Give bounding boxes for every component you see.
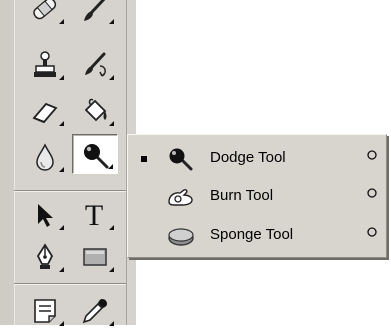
flyout-indicator <box>59 267 64 272</box>
rectangle-icon <box>83 248 107 266</box>
tool-dodge[interactable] <box>72 134 118 174</box>
dodge-icon <box>84 144 109 169</box>
svg-text:T: T <box>85 200 103 230</box>
type-icon: T <box>85 200 103 230</box>
tool-brush[interactable] <box>72 0 118 28</box>
flyout-indicator <box>108 164 113 169</box>
tool-paint-bucket[interactable] <box>72 90 118 130</box>
flyout-indicator <box>109 19 114 24</box>
tool-eyedropper[interactable] <box>72 290 118 330</box>
brush-icon <box>84 0 106 21</box>
toolbox: T <box>0 0 136 326</box>
tool-type[interactable]: T <box>72 194 118 234</box>
arrow-pointer-icon <box>38 204 53 227</box>
menu-item-burn-tool[interactable]: Burn Tool <box>128 178 386 214</box>
flyout-indicator <box>59 167 64 172</box>
tool-clone-stamp[interactable] <box>22 44 68 84</box>
burn-hand-icon <box>168 189 193 206</box>
stamp-icon <box>34 51 56 77</box>
notes-icon <box>34 299 56 323</box>
tool-history-brush[interactable] <box>72 44 118 84</box>
flyout-indicator <box>109 225 114 230</box>
eraser-icon <box>32 102 58 124</box>
tool-eraser[interactable] <box>22 90 68 130</box>
flyout-indicator <box>109 75 114 80</box>
tool-notes[interactable] <box>22 290 68 330</box>
tool-healing-brush[interactable] <box>22 0 68 28</box>
flyout-indicator <box>59 75 64 80</box>
flyout-indicator <box>109 121 114 126</box>
toolbox-separator <box>14 283 126 285</box>
water-drop-icon <box>36 143 54 171</box>
eyedropper-icon <box>82 299 107 324</box>
flyout-indicator <box>109 267 114 272</box>
flyout-indicator <box>59 19 64 24</box>
menu-item-label: Burn Tool <box>210 187 274 204</box>
toolbox-left-edge <box>0 0 15 325</box>
flyout-indicator <box>59 121 64 126</box>
sponge-icon <box>168 228 194 246</box>
flyout-indicator <box>59 321 64 326</box>
flyout-indicator <box>59 225 64 230</box>
menu-item-label: Dodge Tool <box>210 149 286 166</box>
bandage-icon <box>33 0 57 20</box>
tool-blur[interactable] <box>22 136 68 176</box>
tool-pen[interactable] <box>22 236 68 276</box>
flyout-indicator <box>109 321 114 326</box>
toolbox-separator <box>14 190 126 192</box>
pen-nib-icon <box>36 243 54 269</box>
paint-bucket-icon <box>84 98 107 122</box>
menu-item-label: Sponge Tool <box>210 226 294 243</box>
shortcut-circle-icon <box>366 186 378 203</box>
dodge-tool-flyout-menu: Dodge Tool Burn Tool Sponge Tool <box>127 134 387 258</box>
history-brush-icon <box>85 52 106 77</box>
menu-item-dodge-tool[interactable]: Dodge Tool <box>128 140 386 176</box>
tool-path-selection[interactable] <box>22 194 68 234</box>
shortcut-circle-icon <box>366 148 378 165</box>
dodge-icon <box>169 148 193 171</box>
menu-item-sponge-tool[interactable]: Sponge Tool <box>128 217 386 253</box>
tool-rectangle[interactable] <box>72 236 118 276</box>
selected-marker <box>141 156 147 162</box>
shortcut-circle-icon <box>366 225 378 242</box>
